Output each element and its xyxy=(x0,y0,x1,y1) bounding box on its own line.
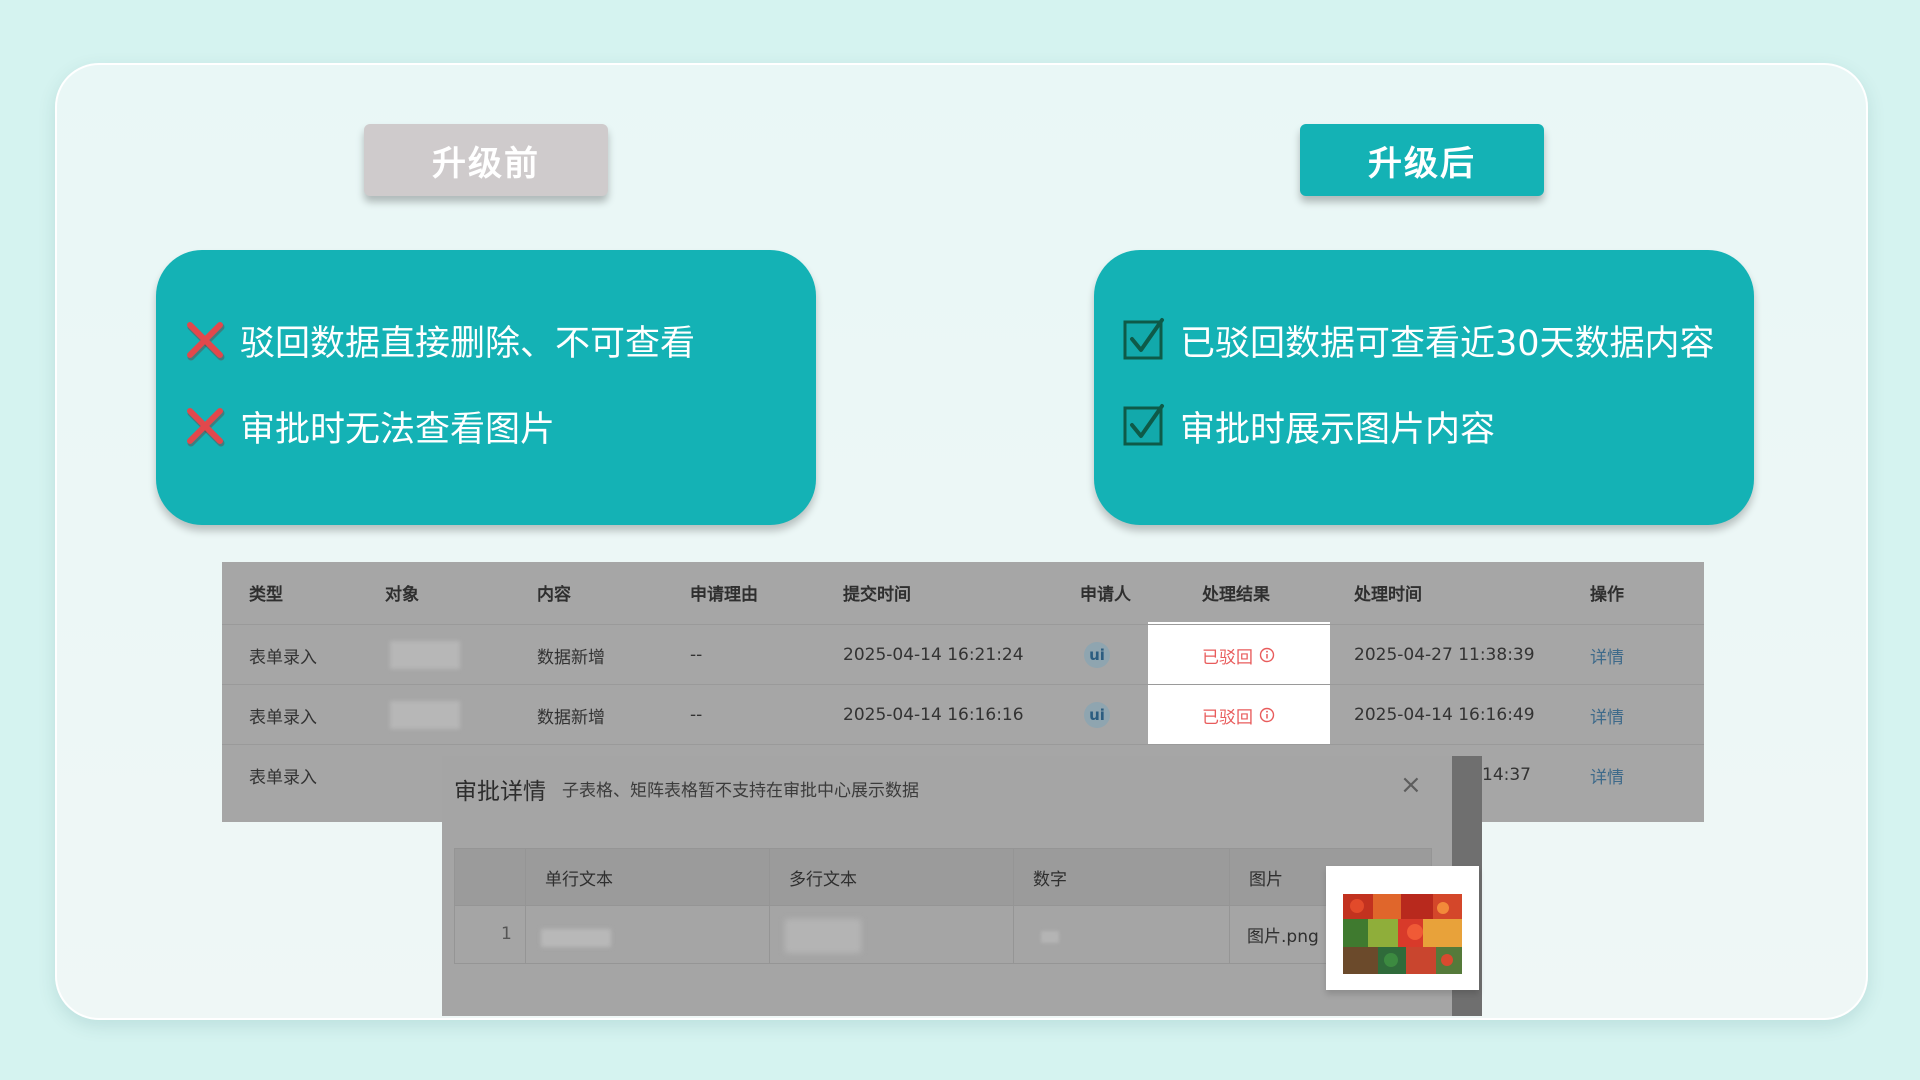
after-card: 已驳回数据可查看近30天数据内容 审批时展示图片内容 xyxy=(1094,250,1754,525)
table-header: 类型 对象 内容 申请理由 提交时间 申请人 处理结果 处理时间 操作 xyxy=(222,562,1704,622)
rejected-status: 已驳回 xyxy=(1202,647,1253,668)
before-point-text: 驳回数据直接删除、不可查看 xyxy=(240,323,696,364)
subtable-column-header: 多行文本 xyxy=(789,869,857,890)
type-cell: 表单录入 xyxy=(249,647,317,668)
subtable-column-header: 单行文本 xyxy=(545,869,613,890)
column-header: 对象 xyxy=(385,584,419,605)
cross-mark-icon xyxy=(182,317,228,363)
reason-cell: -- xyxy=(690,645,703,665)
after-point: 已驳回数据可查看近30天数据内容 xyxy=(1122,312,1715,368)
cross-mark-icon xyxy=(182,403,228,449)
row-index: 1 xyxy=(501,924,512,944)
column-header: 处理时间 xyxy=(1354,584,1422,605)
number-blurred xyxy=(1041,931,1059,943)
submit-time-cell: 2025-04-14 16:21:24 xyxy=(843,645,1024,665)
single-line-text-blurred xyxy=(541,929,611,947)
column-header: 申请理由 xyxy=(690,584,758,605)
type-cell: 表单录入 xyxy=(249,707,317,728)
vegetables-image xyxy=(1343,894,1462,974)
subtable: 单行文本 多行文本 数字 图片 1 图片.png xyxy=(454,848,1432,964)
after-point: 审批时展示图片内容 xyxy=(1122,398,1495,454)
column-header: 内容 xyxy=(537,584,571,605)
type-cell: 表单录入 xyxy=(249,767,317,788)
applicant-avatar: ui xyxy=(1084,625,1110,685)
multi-line-text-blurred xyxy=(785,919,861,953)
subtable-col-divider xyxy=(525,849,526,963)
applicant-avatar: ui xyxy=(1084,685,1110,745)
process-time-cell: 2025-04-14 16:16:49 xyxy=(1354,705,1535,725)
result-cell[interactable]: 已驳回 xyxy=(1202,685,1275,745)
submit-time-cell: 2025-04-14 16:16:16 xyxy=(843,705,1024,725)
image-preview-popover xyxy=(1326,866,1479,990)
reason-cell: -- xyxy=(690,705,703,725)
column-header: 申请人 xyxy=(1080,584,1131,605)
column-header: 操作 xyxy=(1590,584,1624,605)
object-cell-blurred xyxy=(390,701,460,729)
details-link[interactable]: 详情 xyxy=(1590,625,1624,685)
before-upgrade-label: 升级前 xyxy=(364,124,608,196)
process-time-cell: 2025-04-27 11:38:39 xyxy=(1354,645,1535,665)
before-point: 审批时无法查看图片 xyxy=(182,398,555,454)
info-circle-icon[interactable] xyxy=(1259,647,1275,663)
column-header: 提交时间 xyxy=(843,584,911,605)
avatar: ui xyxy=(1084,702,1110,728)
content-cell: 数据新增 xyxy=(537,707,605,728)
result-cell[interactable]: 已驳回 xyxy=(1202,625,1275,685)
after-point-text: 审批时展示图片内容 xyxy=(1180,409,1496,450)
subtable-column-header: 图片 xyxy=(1249,869,1283,890)
checkbox-check-icon xyxy=(1122,317,1168,363)
details-link[interactable]: 详情 xyxy=(1590,745,1624,805)
content-cell: 数据新增 xyxy=(537,647,605,668)
subtable-col-divider xyxy=(1013,849,1014,963)
info-circle-icon[interactable] xyxy=(1259,707,1275,723)
after-point-text: 已驳回数据可查看近30天数据内容 xyxy=(1180,323,1715,364)
before-point: 驳回数据直接删除、不可查看 xyxy=(182,312,695,368)
close-icon[interactable]: × xyxy=(1400,770,1422,800)
column-header: 类型 xyxy=(249,584,283,605)
process-time-cell: 14:37 xyxy=(1482,765,1531,785)
rejected-status: 已驳回 xyxy=(1202,707,1253,728)
dialog-note: 子表格、矩阵表格暂不支持在审批中心展示数据 xyxy=(562,781,919,801)
object-cell-blurred xyxy=(390,641,460,669)
details-link[interactable]: 详情 xyxy=(1590,685,1624,745)
checkbox-check-icon xyxy=(1122,403,1168,449)
table-row: 表单录入 数据新增 -- 2025-04-14 16:21:24 ui 已驳回 … xyxy=(222,624,1704,685)
before-card: 驳回数据直接删除、不可查看 审批时无法查看图片 xyxy=(156,250,816,525)
image-filename[interactable]: 图片.png xyxy=(1247,906,1319,962)
dialog-title: 审批详情 xyxy=(454,779,546,805)
subtable-col-divider xyxy=(769,849,770,963)
subtable-column-header: 数字 xyxy=(1033,869,1067,890)
after-upgrade-label: 升级后 xyxy=(1300,124,1544,196)
avatar: ui xyxy=(1084,642,1110,668)
column-header: 处理结果 xyxy=(1202,584,1270,605)
table-row: 表单录入 数据新增 -- 2025-04-14 16:16:16 ui 已驳回 … xyxy=(222,684,1704,745)
before-point-text: 审批时无法查看图片 xyxy=(240,409,556,450)
